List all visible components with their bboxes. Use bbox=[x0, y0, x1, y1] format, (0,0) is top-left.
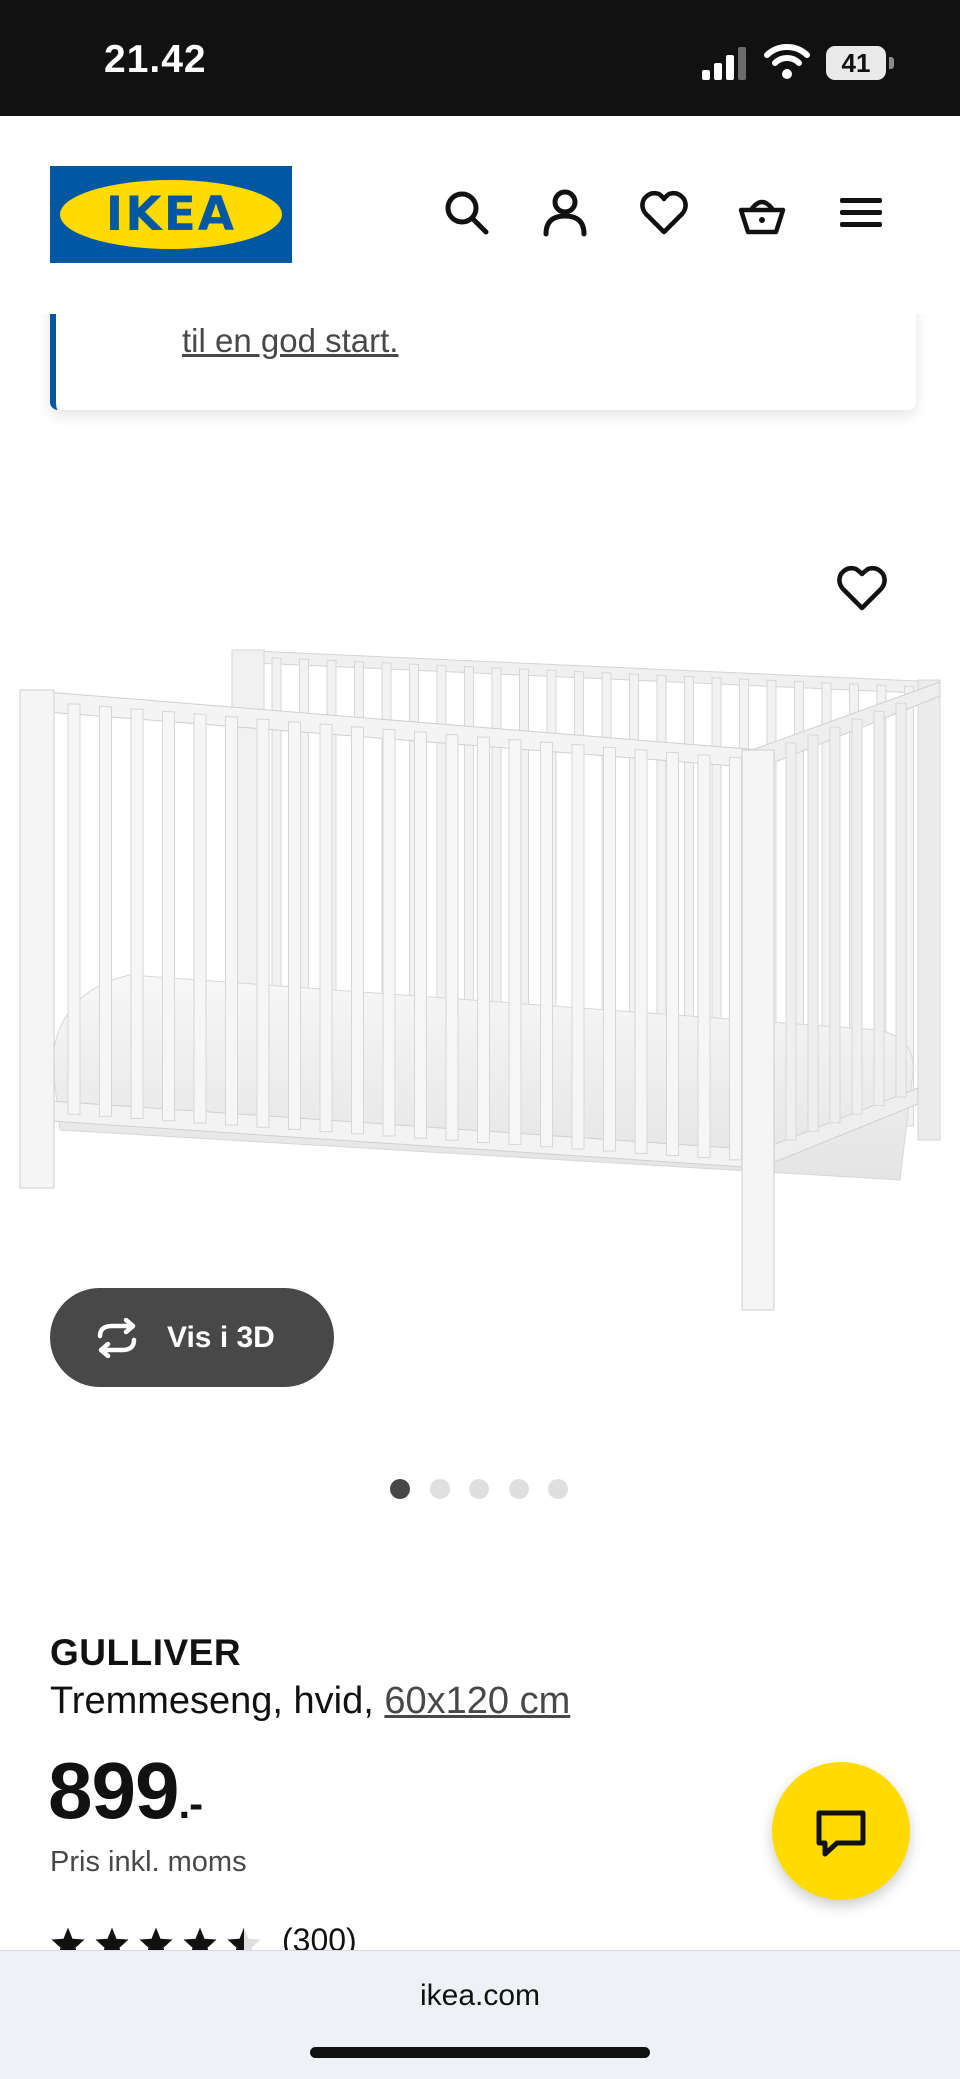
status-bar: 21.42 41 bbox=[0, 0, 960, 116]
crib-slat bbox=[225, 715, 238, 1126]
crib-slat bbox=[540, 741, 553, 1148]
crib-slat bbox=[99, 705, 112, 1117]
crib-slat bbox=[193, 713, 207, 1124]
account-icon[interactable] bbox=[540, 188, 590, 238]
crib-slat bbox=[414, 731, 427, 1139]
crib-slat bbox=[807, 734, 819, 1132]
product-price: 899.- bbox=[48, 1745, 203, 1837]
search-icon[interactable] bbox=[442, 188, 492, 238]
product-type: Tremmeseng, hvid, bbox=[50, 1680, 385, 1722]
browser-address-bar[interactable]: ikea.com bbox=[0, 1950, 960, 2079]
crib-slat bbox=[477, 736, 490, 1143]
heart-icon[interactable] bbox=[639, 188, 689, 238]
carousel-dot[interactable] bbox=[509, 1479, 529, 1499]
crib-slat bbox=[697, 754, 711, 1159]
crib-slat bbox=[162, 710, 175, 1122]
crib-slat bbox=[445, 733, 459, 1141]
battery-icon: 41 bbox=[826, 46, 896, 80]
price-value: 899 bbox=[48, 1746, 179, 1835]
crib-slat bbox=[571, 744, 585, 1150]
product-image[interactable] bbox=[0, 520, 960, 1340]
url-text: ikea.com bbox=[419, 1979, 541, 2012]
crib-slat bbox=[67, 703, 81, 1115]
crib-slat bbox=[666, 751, 679, 1157]
price-note: Pris inkl. moms bbox=[50, 1846, 247, 1878]
battery-level: 41 bbox=[841, 48, 871, 78]
notice-link[interactable]: til en god start. bbox=[182, 322, 398, 360]
crib-slat bbox=[603, 746, 616, 1152]
signal-icon bbox=[702, 47, 746, 80]
chat-icon bbox=[816, 1810, 866, 1857]
crib-slat bbox=[634, 749, 648, 1154]
basket-icon[interactable] bbox=[737, 188, 787, 238]
crib-slat bbox=[130, 708, 144, 1120]
carousel-dot[interactable] bbox=[548, 1479, 568, 1499]
crib-slat bbox=[288, 721, 301, 1130]
crib-slat bbox=[785, 742, 797, 1141]
product-description: Tremmeseng, hvid, 60x120 cm bbox=[50, 1680, 570, 1723]
price-suffix: .- bbox=[178, 1780, 203, 1827]
crib-slat bbox=[382, 728, 396, 1137]
wifi-icon bbox=[764, 44, 810, 79]
product-size-link[interactable]: 60x120 cm bbox=[384, 1680, 570, 1722]
crib-slat bbox=[508, 738, 522, 1146]
menu-icon[interactable] bbox=[836, 188, 886, 238]
wishlist-heart-icon[interactable] bbox=[836, 564, 888, 612]
crib-slat bbox=[729, 756, 742, 1161]
view-in-3d-button[interactable]: Vis i 3D bbox=[50, 1288, 334, 1387]
carousel-dot[interactable] bbox=[430, 1479, 450, 1499]
status-time: 21.42 bbox=[104, 38, 207, 81]
carousel-dot[interactable] bbox=[469, 1479, 489, 1499]
product-name: GULLIVER bbox=[50, 1632, 242, 1673]
crib-slat bbox=[319, 723, 333, 1133]
home-indicator bbox=[310, 2047, 650, 2058]
crib-slat bbox=[256, 718, 270, 1128]
crib-slat bbox=[351, 726, 364, 1135]
site-header: IKEA bbox=[0, 116, 960, 314]
crib-slat bbox=[895, 702, 907, 1098]
view-in-3d-label: Vis i 3D bbox=[167, 1321, 275, 1354]
crib-slat bbox=[851, 718, 863, 1115]
crib-slat bbox=[873, 710, 885, 1107]
ikea-logo[interactable]: IKEA bbox=[50, 166, 292, 263]
carousel-dot[interactable] bbox=[390, 1479, 410, 1499]
crib-slat bbox=[829, 726, 841, 1124]
rotate-3d-icon bbox=[97, 1318, 137, 1358]
chat-button[interactable] bbox=[772, 1762, 910, 1900]
